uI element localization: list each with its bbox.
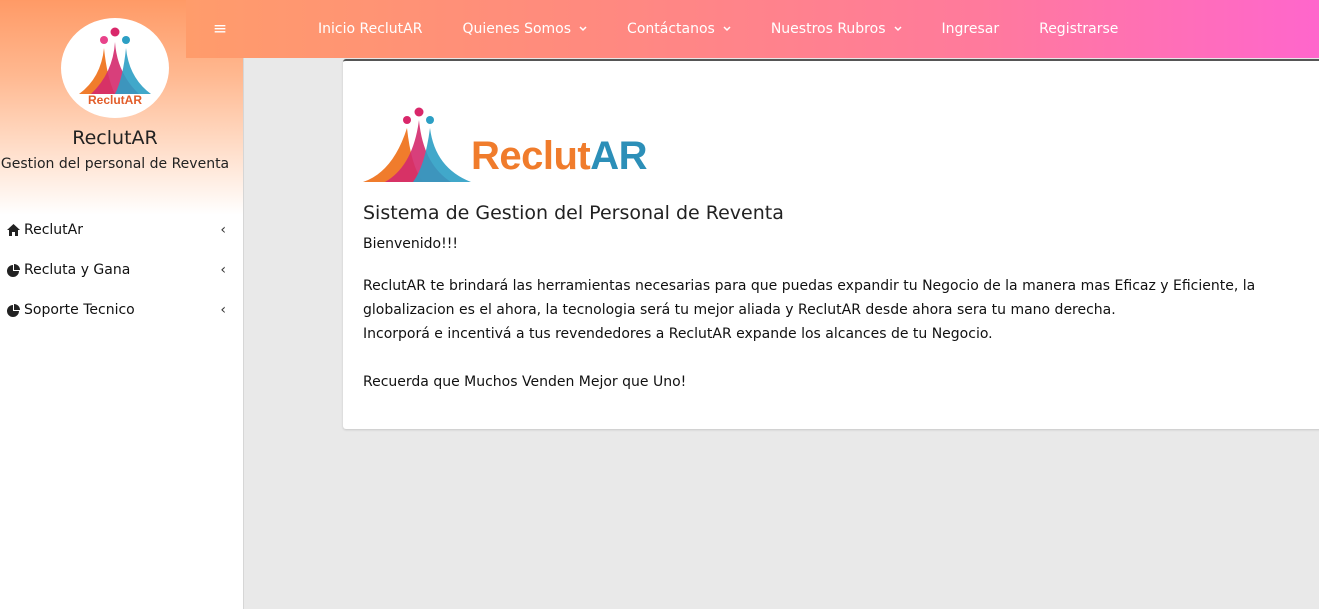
page-title: Sistema de Gestion del Personal de Reven… — [363, 202, 784, 224]
chevron-left-icon: ‹ — [220, 302, 226, 318]
card-logo: ReclutAR — [363, 106, 663, 186]
pie-chart-icon — [6, 263, 20, 277]
brand-logo[interactable]: ReclutAR — [61, 18, 169, 118]
chevron-down-icon — [893, 24, 902, 35]
incentive-paragraph: Incorporá e incentivá a tus revendedores… — [363, 326, 993, 342]
nav-link-contactanos[interactable]: Contáctanos — [627, 21, 731, 37]
sidebar-item-label: Recluta y Gana — [24, 262, 131, 278]
logo-word-suffix: AR — [590, 134, 648, 178]
nav-link-label: Inicio ReclutAR — [318, 21, 423, 37]
slogan-paragraph: Recuerda que Muchos Venden Mejor que Uno… — [363, 374, 687, 390]
logo-wordmark: ReclutAR — [471, 134, 648, 179]
sidebar-menu: ReclutAr ‹ Recluta y Gana ‹ Soporte Tecn… — [0, 210, 244, 330]
nav-link-quienes-somos[interactable]: Quienes Somos — [462, 21, 587, 37]
nav-link-label: Quienes Somos — [462, 21, 572, 37]
sidebar-item-soporte-tecnico[interactable]: Soporte Tecnico ‹ — [0, 290, 244, 330]
chevron-left-icon: ‹ — [220, 222, 226, 238]
card-body: ReclutAR te brindará las herramientas ne… — [363, 274, 1318, 394]
intro-paragraph: ReclutAR te brindará las herramientas ne… — [363, 278, 1256, 318]
chevron-down-icon — [723, 24, 731, 35]
sidebar-item-reclutar[interactable]: ReclutAr ‹ — [0, 210, 244, 250]
welcome-text: Bienvenido!!! — [363, 236, 458, 252]
nav-link-label: Registrarse — [1039, 21, 1119, 37]
logo-wordmark: ReclutAR — [87, 93, 142, 107]
hamburger-icon: ≡ — [212, 19, 228, 39]
nav-link-label: Ingresar — [941, 21, 1000, 37]
brand-subtitle: Gestion del personal de Reventa — [0, 156, 230, 172]
nav-link-registrarse[interactable]: Registrarse — [1039, 21, 1118, 37]
nav-link-ingresar[interactable]: Ingresar — [942, 21, 1000, 37]
sidebar-item-label: Soporte Tecnico — [24, 302, 135, 318]
nav-link-label: Contáctanos — [627, 21, 715, 37]
nav-link-inicio[interactable]: Inicio ReclutAR — [318, 21, 422, 37]
logo-word-prefix: Reclut — [471, 134, 591, 178]
home-icon — [6, 223, 20, 237]
chevron-left-icon: ‹ — [220, 262, 226, 278]
nav-link-nuestros-rubros[interactable]: Nuestros Rubros — [771, 21, 902, 37]
sidebar-item-recluta-y-gana[interactable]: Recluta y Gana ‹ — [0, 250, 244, 290]
pie-chart-icon — [6, 303, 20, 317]
brand-name: ReclutAR — [72, 127, 158, 149]
sidebar-item-label: ReclutAr — [24, 222, 83, 238]
chevron-down-icon — [579, 24, 587, 35]
people-logo-icon — [363, 107, 471, 182]
menu-toggle-button[interactable]: ≡ — [186, 0, 254, 58]
top-navbar: ≡ Inicio ReclutAR Quienes Somos Contácta… — [186, 0, 1319, 58]
sidebar: ReclutAR ReclutAR Gestion del personal d… — [0, 0, 244, 609]
nav-link-label: Nuestros Rubros — [770, 21, 886, 37]
welcome-card: ReclutAR Sistema de Gestion del Personal… — [343, 59, 1319, 429]
